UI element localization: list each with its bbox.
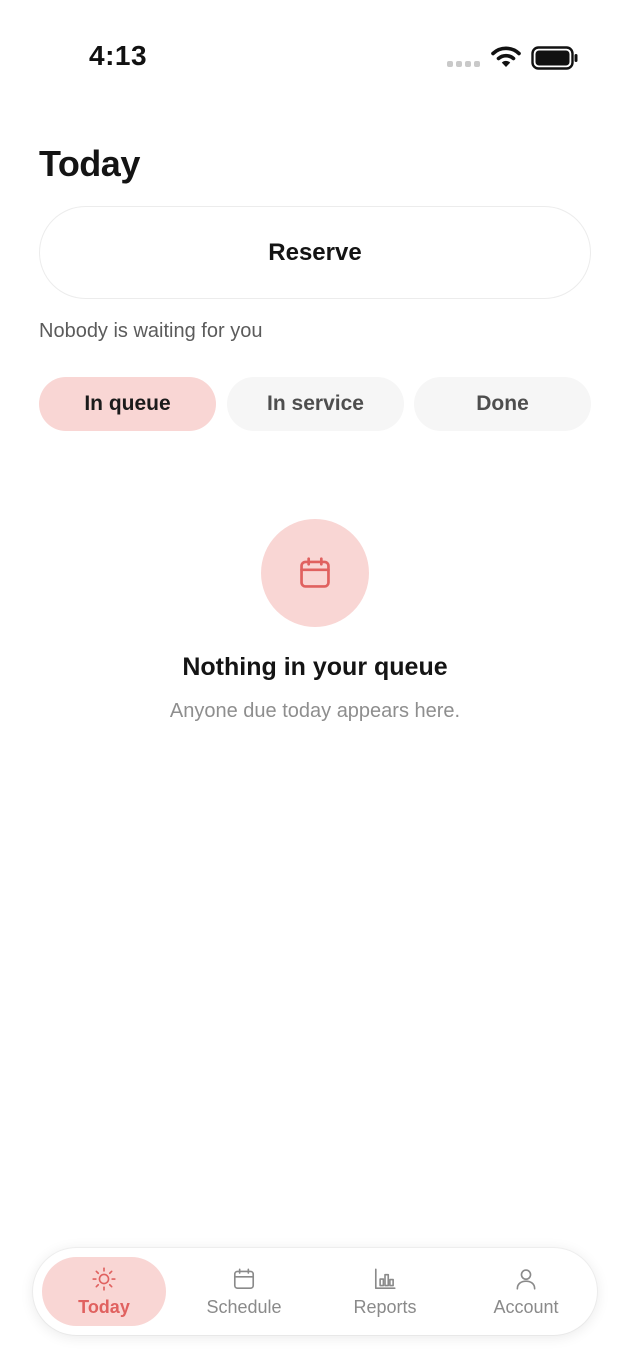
nav-label-reports: Reports (353, 1296, 417, 1317)
cellular-signal-icon (447, 61, 480, 67)
nav-item-reports[interactable]: Reports (323, 1257, 447, 1326)
nav-item-today[interactable]: Today (42, 1257, 166, 1326)
nav-label-schedule: Schedule (206, 1296, 282, 1317)
nav-label-today: Today (78, 1296, 130, 1317)
wifi-icon (491, 46, 521, 67)
nav-item-account[interactable]: Account (464, 1257, 588, 1326)
empty-state-title: Nothing in your queue (182, 653, 448, 681)
page-title: Today (39, 143, 140, 184)
person-icon (516, 1268, 536, 1290)
battery-icon (531, 46, 578, 70)
empty-state-subtitle: Anyone due today appears here. (169, 700, 461, 722)
sun-icon (92, 1266, 116, 1291)
bottom-nav: Today Schedule Reports Account (33, 1248, 597, 1335)
status-time: 4:13 (89, 40, 148, 71)
nav-label-account: Account (493, 1296, 559, 1317)
empty-state-icon-badge (261, 519, 369, 627)
bar-chart-icon (374, 1267, 396, 1289)
nav-item-schedule[interactable]: Schedule (182, 1257, 306, 1326)
waiting-status-text: Nobody is waiting for you (39, 320, 263, 342)
calendar-icon (300, 557, 330, 588)
today-screen: 4:13 Today Reserve Nobody is waiting for… (0, 0, 630, 1368)
tab-done[interactable]: Done (414, 377, 591, 431)
queue-status-tabs: In queue In service Done (39, 377, 591, 431)
tab-in-service[interactable]: In service (227, 377, 404, 431)
status-bar: 4:13 (0, 0, 630, 110)
reserve-button[interactable]: Reserve (39, 206, 591, 299)
calendar-icon (233, 1267, 255, 1289)
tab-in-queue[interactable]: In queue (39, 377, 216, 431)
